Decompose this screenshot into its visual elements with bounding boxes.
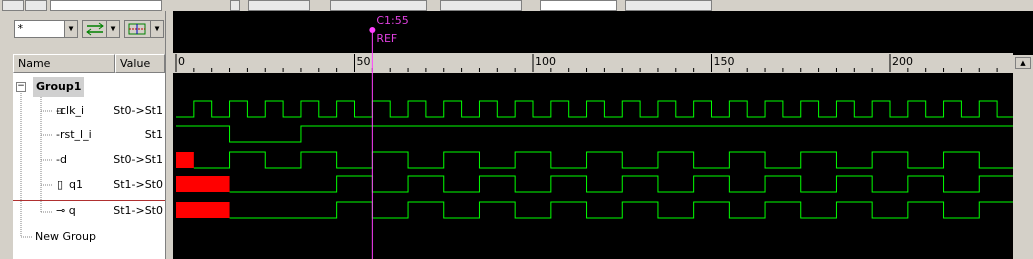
waveform-view[interactable]: 0 50 100 150 200 C1:55 REF xyxy=(173,11,1033,259)
column-header-name-label: Name xyxy=(18,57,51,70)
unknown-region-q1 xyxy=(176,176,230,192)
tree-row-signal[interactable]: -rst_l_i St1 xyxy=(13,125,165,145)
signal-value: St1 xyxy=(144,128,163,141)
signal-value: St0->St1 xyxy=(113,153,163,166)
column-header-name[interactable]: Name xyxy=(13,54,115,73)
signal-filter-combo[interactable]: * ▼ xyxy=(14,20,78,38)
grid-icon xyxy=(128,23,146,35)
signal-filter-value: * xyxy=(17,22,24,35)
signal-value: St0->St1 xyxy=(113,104,163,117)
column-header-value-label: Value xyxy=(120,57,151,70)
waveform-rst_l_i xyxy=(176,125,1033,143)
signal-name: clk_i xyxy=(59,104,85,117)
signal-value: St1->St0 xyxy=(113,178,163,191)
register-icon: ▯ xyxy=(57,178,64,191)
grouping-combo[interactable]: ▼ xyxy=(82,20,120,38)
nav-forward-button[interactable] xyxy=(25,0,47,11)
signal-name: q1 xyxy=(69,178,83,191)
ruler-tick-label: 150 xyxy=(714,55,735,68)
arrows-icon xyxy=(86,22,104,36)
time-field[interactable] xyxy=(50,0,162,11)
ruler-tick-label: 200 xyxy=(892,55,913,68)
selection-divider xyxy=(13,200,170,201)
tree-row-signal[interactable]: ⊸ q St1->St0 xyxy=(13,201,165,221)
unknown-region-d xyxy=(176,152,194,168)
ruler-tick-label: 50 xyxy=(357,55,371,68)
chevron-down-icon[interactable]: ▼ xyxy=(106,21,119,37)
cursor-ref-label: REF xyxy=(376,32,397,45)
toolbar-button[interactable] xyxy=(248,0,310,11)
nav-back-button[interactable] xyxy=(2,0,24,11)
collapse-icon[interactable]: − xyxy=(16,82,26,92)
tree-row-signal[interactable]: -d St0->St1 xyxy=(13,150,165,170)
scroll-up-icon[interactable]: ▲ xyxy=(1015,57,1031,69)
waveform-q xyxy=(229,201,1033,219)
layout-combo[interactable]: ▼ xyxy=(124,20,164,38)
time-ruler xyxy=(173,53,1013,73)
zoom-buttons[interactable] xyxy=(330,0,427,11)
chevron-down-icon[interactable]: ▼ xyxy=(64,21,77,37)
ruler-tick-label: 0 xyxy=(178,55,185,68)
cursor-handle-icon xyxy=(369,27,376,33)
tree-row-signal[interactable]: ▫ -clk_i St0->St1 xyxy=(13,101,165,121)
signal-value: St1->St0 xyxy=(113,204,163,217)
toolbar-button[interactable] xyxy=(440,0,522,11)
toolbar-button[interactable] xyxy=(230,0,240,11)
tree-row-new-group[interactable]: New Group xyxy=(13,227,165,247)
tree-row-signal[interactable]: ▯ q1 St1->St0 xyxy=(13,175,165,195)
signal-name: d xyxy=(59,153,67,166)
waveform-clk_i xyxy=(176,100,1033,118)
group-name: Group1 xyxy=(33,77,85,97)
unknown-region-q xyxy=(176,202,230,218)
ruler-tick-label: 100 xyxy=(535,55,556,68)
tree-row-group1[interactable]: − Group1 xyxy=(13,77,165,97)
search-field[interactable] xyxy=(540,0,617,11)
signal-name: q xyxy=(68,204,76,217)
waveform-q1 xyxy=(229,175,1033,193)
vertical-scrollbar[interactable]: ▲ xyxy=(1013,55,1033,259)
toolbar-button[interactable] xyxy=(625,0,712,11)
chevron-down-icon[interactable]: ▼ xyxy=(150,21,163,37)
waveform-d xyxy=(193,151,1033,169)
column-header-value[interactable]: Value xyxy=(115,54,165,73)
signal-tree: − Group1 ▫ -clk_i St0->St1 -rst_l_i St1 … xyxy=(13,73,165,259)
waveform-canvas: 0 50 100 150 200 C1:55 REF xyxy=(173,14,1033,259)
new-group-name: New Group xyxy=(35,230,96,243)
cursor-label: C1:55 xyxy=(376,14,408,27)
signal-name: rst_l_i xyxy=(59,128,92,141)
